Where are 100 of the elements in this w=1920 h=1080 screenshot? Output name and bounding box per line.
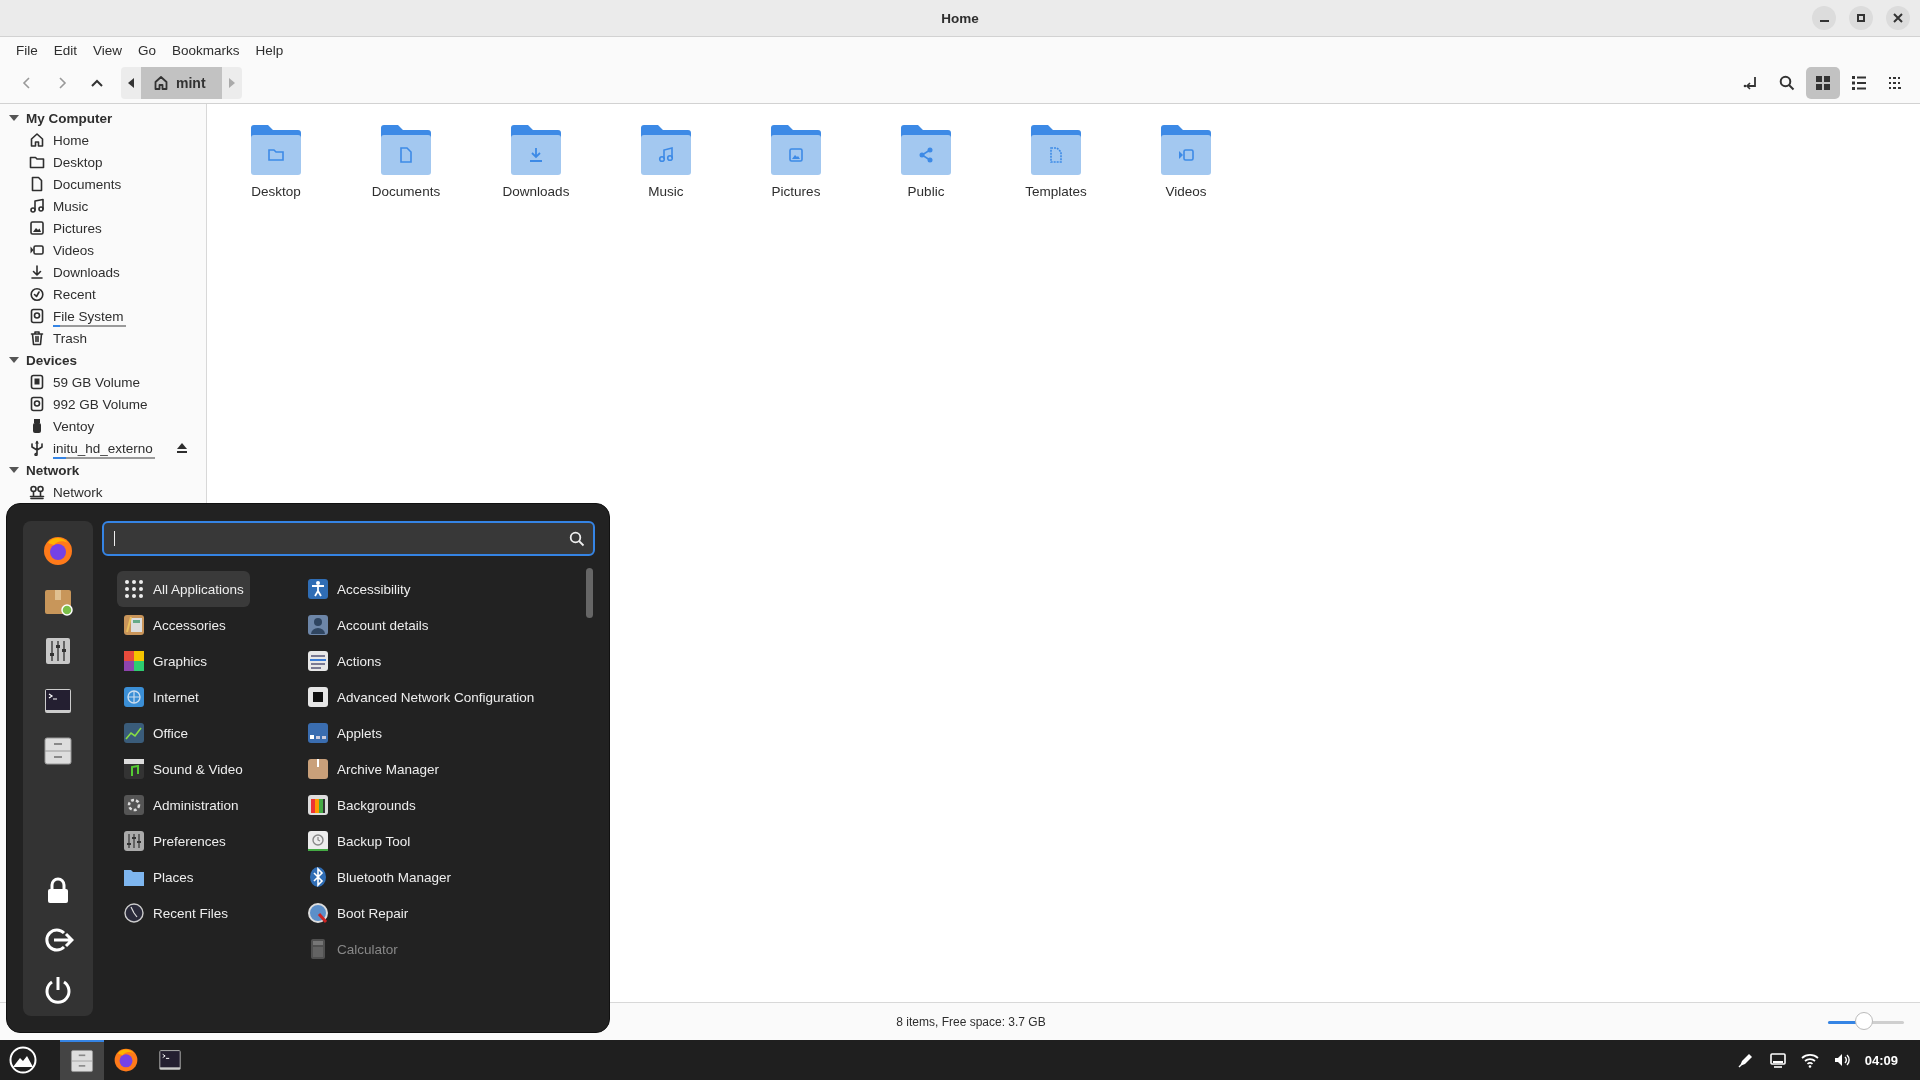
folder-label[interactable]: Downloads bbox=[502, 184, 570, 199]
folder-label[interactable]: Videos bbox=[1165, 184, 1207, 199]
app-item[interactable]: Account details bbox=[301, 607, 541, 643]
sliders-icon bbox=[123, 830, 145, 852]
box-icon bbox=[307, 758, 329, 780]
pen-icon bbox=[1736, 1051, 1755, 1069]
panel-icon bbox=[307, 722, 329, 744]
sidebar-item[interactable]: Downloads bbox=[53, 264, 120, 280]
minimize-button[interactable] bbox=[1812, 6, 1836, 30]
app-item[interactable]: Backup Tool bbox=[301, 823, 541, 859]
category-item[interactable]: All Applications bbox=[117, 571, 250, 607]
sidebar-item[interactable]: initu_hd_externo bbox=[53, 440, 153, 456]
folder-label[interactable]: Documents bbox=[371, 184, 441, 199]
app-item[interactable]: Advanced Network Configuration bbox=[301, 679, 541, 715]
category-item[interactable]: Administration bbox=[117, 787, 301, 823]
maximize-button[interactable] bbox=[1849, 6, 1873, 30]
category-item[interactable]: Recent Files bbox=[117, 895, 301, 931]
calculator-icon bbox=[123, 614, 145, 636]
sidebar-item[interactable]: 992 GB Volume bbox=[53, 396, 148, 412]
right-triangle-icon bbox=[228, 78, 235, 88]
menu-item[interactable]: Go bbox=[130, 42, 165, 58]
menu-item[interactable]: Edit bbox=[45, 42, 86, 58]
mountain-logo-icon bbox=[9, 1046, 37, 1074]
favorite-button[interactable] bbox=[42, 735, 74, 767]
favorite-button[interactable] bbox=[42, 535, 74, 567]
app-item[interactable]: Accessibility bbox=[301, 571, 541, 607]
folder-label[interactable]: Pictures bbox=[771, 184, 821, 199]
picture-icon bbox=[29, 220, 45, 236]
browser-icon bbox=[113, 1047, 139, 1073]
app-item[interactable]: Archive Manager bbox=[301, 751, 541, 787]
section-header: My Computer bbox=[26, 110, 113, 126]
folder-label[interactable]: Templates bbox=[1025, 184, 1087, 199]
view-button[interactable] bbox=[1806, 67, 1840, 99]
app-item[interactable]: Bluetooth Manager bbox=[301, 859, 541, 895]
folder-icon[interactable] bbox=[1029, 122, 1083, 176]
sidebar-item[interactable]: Videos bbox=[53, 242, 95, 258]
folder-icon[interactable] bbox=[769, 122, 823, 176]
sidebar-item[interactable]: Desktop bbox=[53, 154, 103, 170]
chart-icon bbox=[123, 722, 145, 744]
search-field[interactable] bbox=[102, 521, 595, 556]
bluetooth-icon bbox=[307, 866, 329, 888]
sidebar-item[interactable]: Documents bbox=[53, 176, 122, 192]
wifi-icon bbox=[1800, 1051, 1819, 1069]
network-icon bbox=[307, 686, 329, 708]
menu-item[interactable]: File bbox=[8, 42, 46, 58]
clock-icon bbox=[123, 902, 145, 924]
menu-item[interactable]: Bookmarks bbox=[164, 42, 248, 58]
color-bars-icon bbox=[307, 794, 329, 816]
category-item[interactable]: Internet bbox=[117, 679, 301, 715]
color-wheel-icon bbox=[123, 650, 145, 672]
sidebar-item[interactable]: Recent bbox=[53, 286, 96, 302]
app-item[interactable]: Boot Repair bbox=[301, 895, 541, 931]
return-arrow-icon bbox=[1743, 75, 1759, 91]
sidebar-item[interactable]: Music bbox=[53, 198, 89, 214]
folder-label[interactable]: Music bbox=[648, 184, 684, 199]
category-item[interactable]: Accessories bbox=[117, 607, 301, 643]
folder-label[interactable]: Public bbox=[907, 184, 945, 199]
clock[interactable]: 04:09 bbox=[1864, 1052, 1898, 1068]
zoom-thumb[interactable] bbox=[1855, 1012, 1874, 1030]
folder-icon[interactable] bbox=[379, 122, 433, 176]
sidebar-item[interactable]: Network bbox=[53, 484, 103, 500]
taskbar-app-button[interactable] bbox=[60, 1040, 104, 1080]
menu-item[interactable]: Help bbox=[247, 42, 292, 58]
category-item[interactable]: Places bbox=[117, 859, 301, 895]
sidebar-item[interactable]: Home bbox=[53, 132, 89, 148]
home-icon bbox=[153, 75, 169, 91]
folder-icon[interactable] bbox=[1159, 122, 1213, 176]
folder-icon[interactable] bbox=[509, 122, 563, 176]
scrollbar[interactable] bbox=[586, 568, 593, 618]
app-item[interactable]: Calculator bbox=[301, 931, 541, 967]
clapperboard-icon bbox=[123, 758, 145, 780]
search-icon bbox=[1779, 75, 1795, 91]
folder-icon[interactable] bbox=[639, 122, 693, 176]
sidebar-item[interactable]: File System bbox=[53, 308, 124, 324]
folder-icon[interactable] bbox=[899, 122, 953, 176]
window-title: Home bbox=[941, 10, 979, 26]
app-item[interactable]: Applets bbox=[301, 715, 541, 751]
sidebar-item[interactable]: Ventoy bbox=[53, 418, 95, 434]
app-item[interactable]: Actions bbox=[301, 643, 541, 679]
clock-icon bbox=[29, 286, 45, 302]
folder-icon bbox=[29, 154, 45, 170]
category-item[interactable]: Sound & Video bbox=[117, 751, 301, 787]
download-icon bbox=[29, 264, 45, 280]
close-button[interactable] bbox=[1886, 6, 1910, 30]
category-item[interactable]: Preferences bbox=[117, 823, 301, 859]
video-icon bbox=[29, 242, 45, 258]
sidebar-item[interactable]: Pictures bbox=[53, 220, 102, 236]
folder-label[interactable]: Desktop bbox=[251, 184, 301, 199]
folder-icon[interactable] bbox=[249, 122, 303, 176]
list-view-icon bbox=[1851, 75, 1867, 91]
eject-icon[interactable] bbox=[176, 442, 188, 454]
category-item[interactable]: Graphics bbox=[117, 643, 301, 679]
menu-item[interactable]: View bbox=[85, 42, 131, 58]
chip-icon bbox=[29, 374, 45, 390]
sidebar-item[interactable]: 59 GB Volume bbox=[53, 374, 141, 390]
category-item[interactable]: Office bbox=[117, 715, 301, 751]
app-item[interactable]: Backgrounds bbox=[301, 787, 541, 823]
sidebar-item[interactable]: Trash bbox=[53, 330, 87, 346]
list-icon bbox=[307, 650, 329, 672]
path-button[interactable]: mint bbox=[141, 67, 222, 99]
